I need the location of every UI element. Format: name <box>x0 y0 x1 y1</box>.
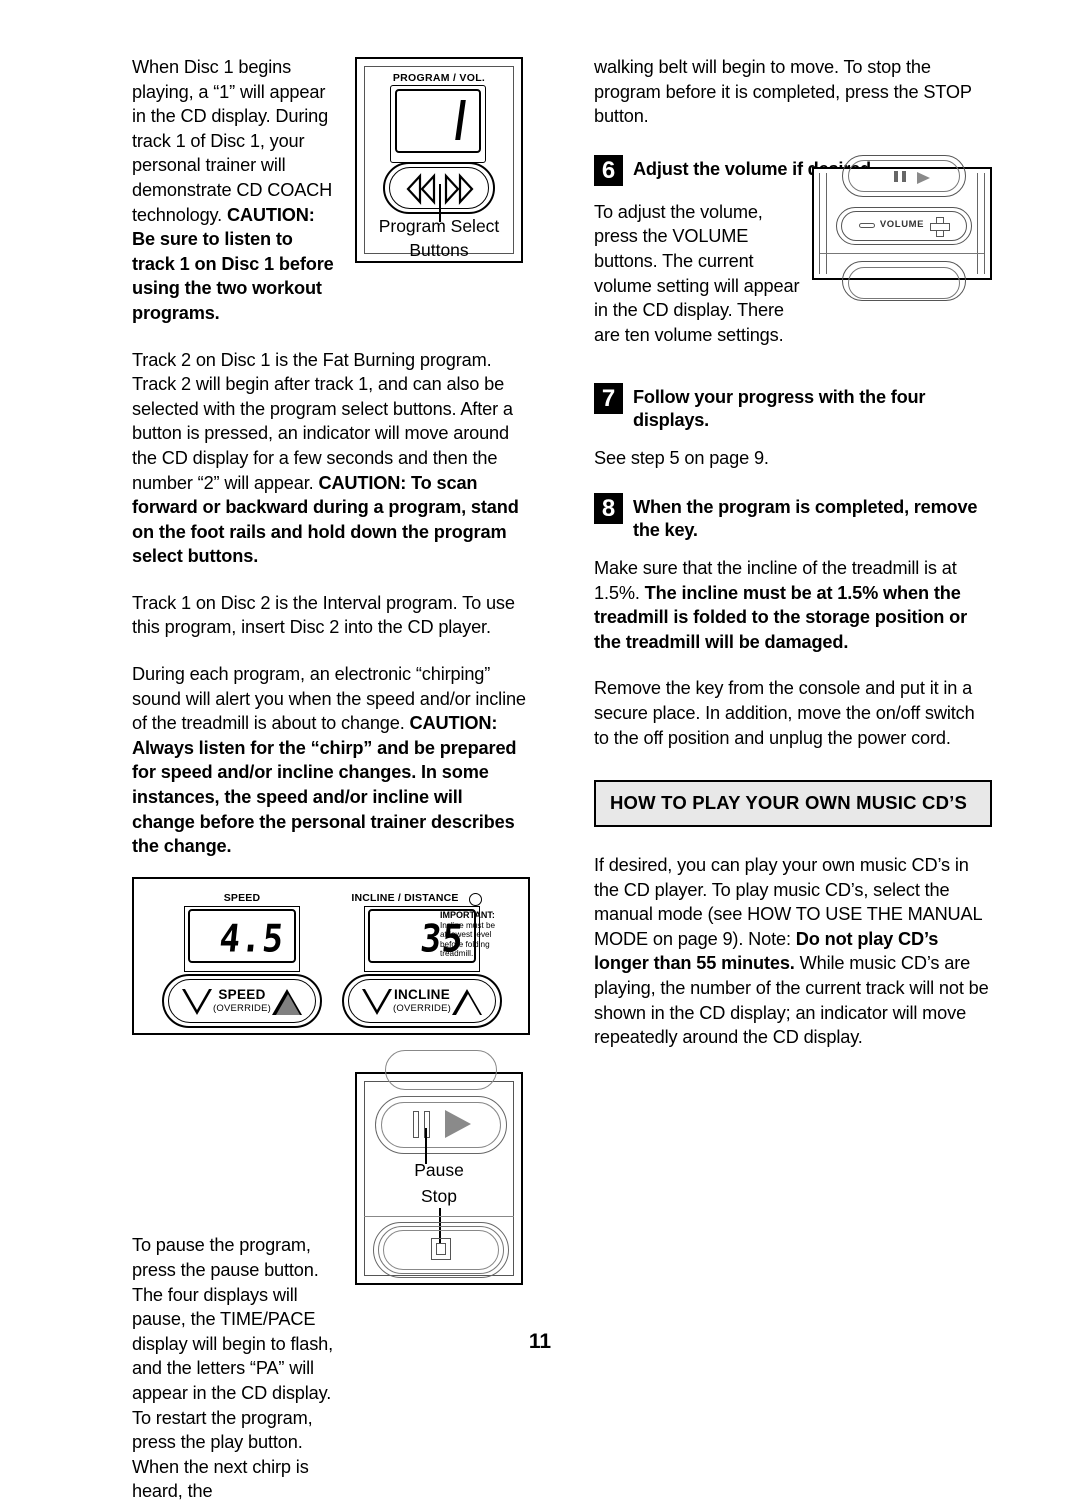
paragraph-disc1-intro: When Disc 1 begins playing, a “1” will a… <box>132 55 338 326</box>
caption-line-1: Program Select <box>378 216 500 236</box>
stop-caption: Stop <box>421 1186 457 1206</box>
volume-up-icon[interactable] <box>930 217 950 237</box>
play-icon <box>445 1110 471 1138</box>
play-icon <box>917 172 930 184</box>
incline-section: INCLINE / DISTANCE 35 IMPORTANT: Incline… <box>342 879 502 1033</box>
figure-program-select: PROGRAM / VOL. Program Select Buttons <box>355 57 523 263</box>
speed-button-label: SPEED (OVERRIDE) <box>162 987 322 1014</box>
console-divider <box>364 1216 514 1218</box>
speed-button-subtext: (OVERRIDE) <box>213 1003 271 1014</box>
pause-caption: Pause <box>414 1160 464 1180</box>
step-6-body: To adjust the volume, press the VOLUME b… <box>594 201 800 345</box>
partial-button-above <box>385 1050 497 1090</box>
step-8-body-key: Remove the key from the console and put … <box>594 678 975 748</box>
page-number: 11 <box>528 1330 552 1353</box>
program-vol-display <box>395 89 481 153</box>
paragraph-walking-belt: walking belt will begin to move. To stop… <box>594 57 972 127</box>
figure-pause-stop: Pause Stop <box>355 1050 523 1285</box>
step-8: 8 When the program is completed, remove … <box>594 492 992 542</box>
step-7-number: 7 <box>594 383 623 415</box>
warning-text: The incline must be at 1.5% when the tre… <box>594 582 968 652</box>
manual-page: When Disc 1 begins playing, a “1” will a… <box>0 0 1080 1501</box>
section-heading-text: HOW TO PLAY YOUR OWN MUSIC CD’S <box>610 792 968 814</box>
figure-volume: VOLUME <box>812 155 992 301</box>
volume-button-label: VOLUME <box>879 219 925 230</box>
speed-button-text: SPEED <box>218 987 266 1002</box>
incline-display-label: INCLINE / DISTANCE <box>351 892 459 904</box>
partial-button-below-inner <box>848 267 960 299</box>
step-8-number: 8 <box>594 492 623 524</box>
step-7-body: See step 5 on page 9. <box>594 448 769 469</box>
step-7-title: Follow your progress with the four displ… <box>633 387 926 431</box>
figure-speed-incline: SPEED 4.5 SPEED (OVERRIDE) INCLINE / DIS… <box>132 877 530 1035</box>
incline-button-subtext: (OVERRIDE) <box>393 1003 451 1014</box>
speed-section: SPEED 4.5 SPEED (OVERRIDE) <box>162 879 322 1033</box>
console-divider <box>820 253 984 255</box>
paragraph-text: When Disc 1 begins playing, a “1” will a… <box>132 57 333 225</box>
incline-button-text: INCLINE <box>393 987 451 1002</box>
step-6-number: 6 <box>594 154 623 186</box>
important-note: IMPORTANT: Incline must be at lowest lev… <box>440 910 498 959</box>
paragraph-chirping: During each program, an electronic “chir… <box>132 662 530 859</box>
pause-icon <box>413 1111 430 1138</box>
program-vol-display-label: PROGRAM / VOL. <box>392 72 486 84</box>
speed-display: 4.5 <box>188 909 296 963</box>
program-select-caption: Program Select Buttons <box>357 214 521 262</box>
paragraph-interval-program: Track 1 on Disc 2 is the Interval progra… <box>132 592 515 638</box>
display-digit-1 <box>455 100 466 140</box>
paragraph-pause: To pause the program, press the pause bu… <box>132 1235 334 1502</box>
step-8-body-incline: Make sure that the incline of the treadm… <box>594 556 992 654</box>
step-7: 7 Follow your progress with the four dis… <box>594 383 992 432</box>
paragraph-fat-burning: Track 2 on Disc 1 is the Fat Burning pro… <box>132 348 530 569</box>
incline-indicator-light <box>469 893 482 906</box>
caution-text: CAUTION: Always listen for the “chirp” a… <box>132 713 517 857</box>
step-8-title: When the program is completed, remove th… <box>633 496 978 540</box>
important-note-text: Incline must be at lowest level before f… <box>440 920 496 959</box>
speed-display-value: 4.5 <box>216 917 286 962</box>
speed-display-label: SPEED <box>223 892 261 904</box>
callout-leader-line-pause <box>425 1128 427 1164</box>
section-heading-music-cds: HOW TO PLAY YOUR OWN MUSIC CD’S <box>594 780 992 828</box>
left-column: When Disc 1 begins playing, a “1” will a… <box>132 55 530 1504</box>
incline-button-label: INCLINE (OVERRIDE) <box>342 987 502 1014</box>
stop-icon-inner <box>436 1243 446 1255</box>
pause-play-button-inner[interactable] <box>381 1102 501 1148</box>
important-note-title: IMPORTANT: <box>440 910 495 920</box>
caption-line-2: Buttons <box>409 240 469 260</box>
paragraph-music-cds: If desired, you can play your own music … <box>594 853 992 1050</box>
paragraph-text: Track 2 on Disc 1 is the Fat Burning pro… <box>132 349 513 493</box>
pause-icon <box>894 171 906 182</box>
